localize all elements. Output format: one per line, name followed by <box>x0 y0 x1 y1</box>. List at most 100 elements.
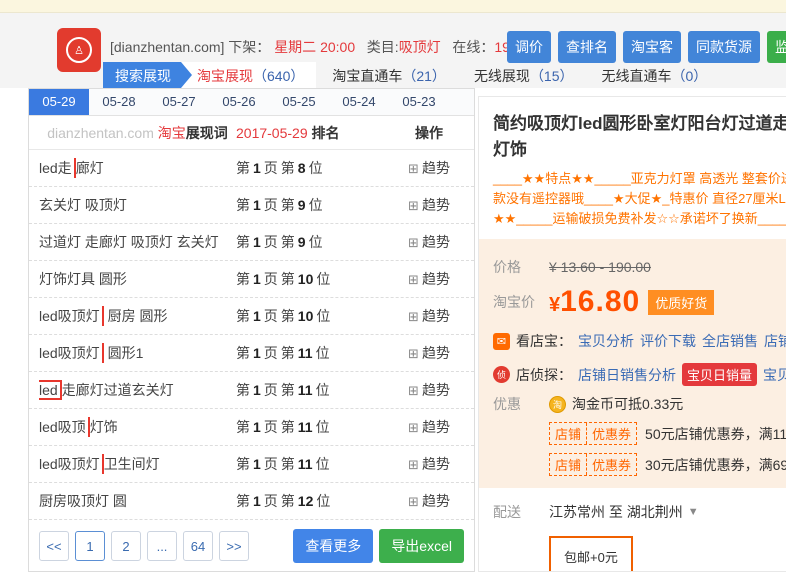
rank-cell: 第1页第12位 <box>236 491 394 511</box>
tab-count: （21） <box>402 68 446 84</box>
trend-plus-icon: ⊞ <box>408 235 419 250</box>
link-display-words[interactable]: 宝贝展现词 <box>763 365 786 385</box>
rank-cell: 第1页第8位 <box>236 158 394 178</box>
next-page-button[interactable]: >> <box>219 531 249 561</box>
link-store-analysis[interactable]: 店铺分析 <box>764 331 786 351</box>
trend-link[interactable]: ⊞趋势 <box>394 417 464 437</box>
date-tab-05-25[interactable]: 05-25 <box>269 89 329 115</box>
date-tab-05-26[interactable]: 05-26 <box>209 89 269 115</box>
keyword-cell: led走廊灯过道玄关灯 <box>39 380 236 400</box>
tab-search-display[interactable]: 搜索展现 <box>103 62 181 88</box>
rank-cell: 第1页第10位 <box>236 306 394 326</box>
table-row: led吸顶灯 厨房 圆形 第1页第10位 ⊞趋势 <box>29 298 474 335</box>
trend-plus-icon: ⊞ <box>408 161 419 176</box>
offshelf-value: 星期二 20:00 <box>274 39 355 55</box>
taobaoke-button[interactable]: 淘宝客 <box>623 31 681 63</box>
header-buttons: 调价 查排名 淘宝客 同款货源 监控此店铺 <box>507 31 786 63</box>
taobao-price-row: 淘宝价 ¥16.80 优质好货 <box>493 285 786 319</box>
dianzhentan-label: 店侦探： <box>516 365 572 385</box>
adjust-price-button[interactable]: 调价 <box>507 31 551 63</box>
price-block: 价格 ¥ 13.60 - 190.00 淘宝价 ¥16.80 优质好货 ✉ 看店… <box>479 239 786 488</box>
tab-wireless-display[interactable]: 无线展现（15） <box>458 62 586 88</box>
tab-taobao-ztc[interactable]: 淘宝直通车（21） <box>316 62 458 88</box>
quality-badge: 优质好货 <box>648 290 714 315</box>
same-goods-button[interactable]: 同款货源 <box>688 31 760 63</box>
table-row: led走廊灯过道玄关灯 第1页第11位 ⊞趋势 <box>29 372 474 409</box>
page-ellipsis[interactable]: ... <box>147 531 177 561</box>
tab-count: （15） <box>530 68 574 84</box>
trend-link[interactable]: ⊞趋势 <box>394 195 464 215</box>
date-tab-05-24[interactable]: 05-24 <box>329 89 389 115</box>
trend-plus-icon: ⊞ <box>408 272 419 287</box>
trend-link[interactable]: ⊞趋势 <box>394 380 464 400</box>
keyword-cell: led吸顶灯 厨房 圆形 <box>39 306 236 326</box>
trend-link[interactable]: ⊞趋势 <box>394 491 464 511</box>
trend-link[interactable]: ⊞趋势 <box>394 232 464 252</box>
trend-plus-icon: ⊞ <box>408 198 419 213</box>
tab-taobao-display[interactable]: 淘宝展现（640） <box>181 62 316 88</box>
daily-sales-badge[interactable]: 宝贝日销量 <box>682 363 757 386</box>
check-rank-button[interactable]: 查排名 <box>558 31 616 63</box>
page-2-button[interactable]: 2 <box>111 531 141 561</box>
discount-row: 优惠 淘 淘金币可抵0.33元 <box>493 394 786 414</box>
pagination: << 1 2 ... 64 >> 查看更多 导出excel <box>39 529 464 563</box>
trend-link[interactable]: ⊞趋势 <box>394 454 464 474</box>
page-64-button[interactable]: 64 <box>183 531 213 561</box>
table-row: 灯饰灯具 圆形 第1页第10位 ⊞趋势 <box>29 261 474 298</box>
link-store-sales[interactable]: 全店销售 <box>702 331 758 351</box>
taojinbi-text: 淘金币可抵0.33元 <box>572 394 683 414</box>
table-row: 厨房吸顶灯 圆 第1页第12位 ⊞趋势 <box>29 483 474 520</box>
rank-cell: 第1页第9位 <box>236 195 394 215</box>
delivery-route[interactable]: 江苏常州 至 湖北荆州 <box>549 502 683 522</box>
shop-domain: [dianzhentan.com] <box>110 39 224 55</box>
monitor-shop-button[interactable]: 监控此店铺 <box>767 31 786 63</box>
keyword-cell: led吸顶灯饰 <box>39 417 236 437</box>
date-tab-05-28[interactable]: 05-28 <box>89 89 149 115</box>
shipping-fee-box: 包邮+0元 <box>549 536 633 572</box>
date-tabs: 05-29 05-28 05-27 05-26 05-25 05-24 05-2… <box>29 89 474 116</box>
keyword-cell: led吸顶灯卫生间灯 <box>39 454 236 474</box>
trend-link[interactable]: ⊞趋势 <box>394 343 464 363</box>
table-row: 过道灯 走廊灯 吸顶灯 玄关灯 第1页第9位 ⊞趋势 <box>29 224 474 261</box>
tab-count: （640） <box>253 68 304 84</box>
trend-link[interactable]: ⊞趋势 <box>394 269 464 289</box>
tab-wireless-ztc[interactable]: 无线直通车（0） <box>586 62 720 88</box>
link-review-download[interactable]: 评价下载 <box>640 331 696 351</box>
discount-label: 优惠 <box>493 394 549 414</box>
view-more-button[interactable]: 查看更多 <box>293 529 373 563</box>
column-action: 操作 <box>394 123 464 143</box>
export-excel-button[interactable]: 导出excel <box>379 529 464 563</box>
keyword-cell: 灯饰灯具 圆形 <box>39 269 236 289</box>
taobao-price-label: 淘宝价 <box>493 292 549 312</box>
delivery-label: 配送 <box>493 502 549 522</box>
link-daily-sales-analysis[interactable]: 店铺日销售分析 <box>578 365 676 385</box>
rank-cell: 第1页第9位 <box>236 232 394 252</box>
date-tab-05-29[interactable]: 05-29 <box>29 89 89 115</box>
page-1-button[interactable]: 1 <box>75 531 105 561</box>
price-label: 价格 <box>493 257 549 277</box>
coupon-badge: 店铺优惠券 <box>549 422 637 445</box>
table-row: led吸顶灯卫生间灯 第1页第11位 ⊞趋势 <box>29 446 474 483</box>
kandianbao-icon: ✉ <box>493 333 510 350</box>
rank-cell: 第1页第11位 <box>236 343 394 363</box>
coupon-row: 店铺优惠券 50元店铺优惠券，满1199元 <box>549 422 786 445</box>
dianzhentan-logo: ♙ <box>57 28 101 72</box>
link-baobei-analysis[interactable]: 宝贝分析 <box>578 331 634 351</box>
detective-logo-icon: ♙ <box>66 37 92 63</box>
date-tab-05-23[interactable]: 05-23 <box>389 89 449 115</box>
rank-cell: 第1页第11位 <box>236 417 394 437</box>
coupon-text: 30元店铺优惠券，满699元 <box>645 455 786 475</box>
chevron-down-icon[interactable]: ▼ <box>688 506 699 518</box>
keyword-cell: 玄关灯 吸顶灯 <box>39 195 236 215</box>
category-value: 吸顶灯 <box>399 39 441 55</box>
prev-page-button[interactable]: << <box>39 531 69 561</box>
trend-link[interactable]: ⊞趋势 <box>394 158 464 178</box>
tab-count: （0） <box>672 68 708 84</box>
date-tab-05-27[interactable]: 05-27 <box>149 89 209 115</box>
rank-cell: 第1页第11位 <box>236 380 394 400</box>
table-row: led吸顶灯 圆形1 第1页第11位 ⊞趋势 <box>29 335 474 372</box>
trend-link[interactable]: ⊞趋势 <box>394 306 464 326</box>
red-annotation-box: led <box>39 380 62 400</box>
trend-plus-icon: ⊞ <box>408 420 419 435</box>
top-notice-bar <box>0 0 786 13</box>
